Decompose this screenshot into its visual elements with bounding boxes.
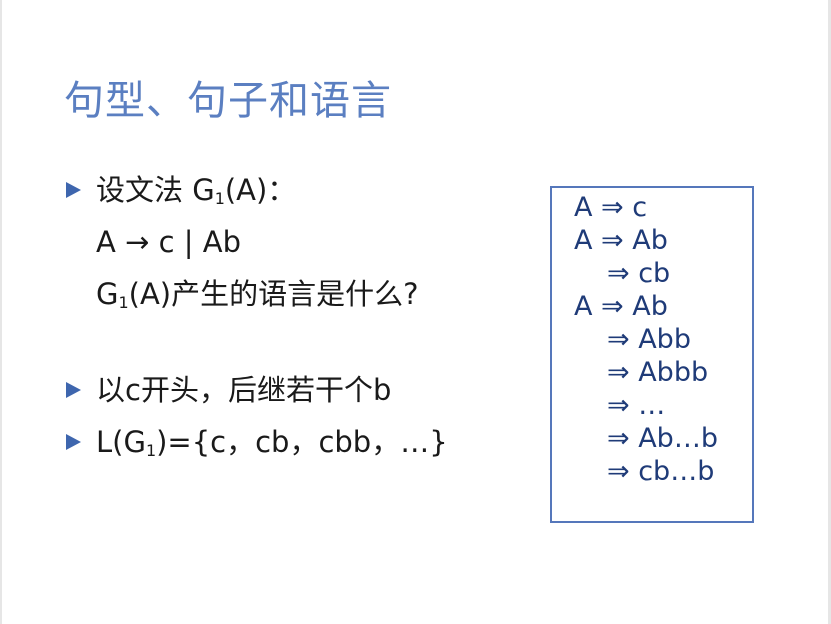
derivation-line: A ⇒ Ab [574,225,668,256]
slide-edge-left [0,0,2,624]
question-subscript: 1 [118,292,129,312]
language-desc: 以c开头，后继若干个b [96,373,392,407]
derivation-line: ⇒ Abb [607,324,691,355]
language-set-suffix: )={c，cb，cbb，…} [156,425,448,459]
derivation-line: ⇒ Ab…b [607,423,718,454]
question-suffix: (A)产生的语言是什么? [128,277,419,311]
bullet-triangle-icon [66,434,81,450]
language-set-prefix: L(G [96,425,146,459]
bullet-triangle-icon [66,182,81,198]
question-prefix: G [96,277,119,311]
derivation-line: ⇒ … [607,390,666,421]
grammar-def-subscript: 1 [214,188,225,208]
derivation-line: A ⇒ Ab [574,291,668,322]
grammar-def-prefix: 设文法 G [96,173,215,207]
grammar-rule: A → c | Ab [96,225,241,259]
slide-title: 句型、句子和语言 [64,78,392,124]
derivation-line: A ⇒ c [574,192,648,223]
language-set-subscript: 1 [145,440,157,460]
grammar-def-suffix: (A)： [224,173,297,207]
derivation-line: ⇒ Abbb [607,357,709,388]
bullet-triangle-icon [66,382,81,398]
derivation-box: A ⇒ c A ⇒ Ab ⇒ cb A ⇒ Ab ⇒ Abb ⇒ Abbb ⇒ … [550,186,754,523]
derivation-line: ⇒ cb [607,258,671,289]
derivation-line: ⇒ cb…b [607,456,715,487]
